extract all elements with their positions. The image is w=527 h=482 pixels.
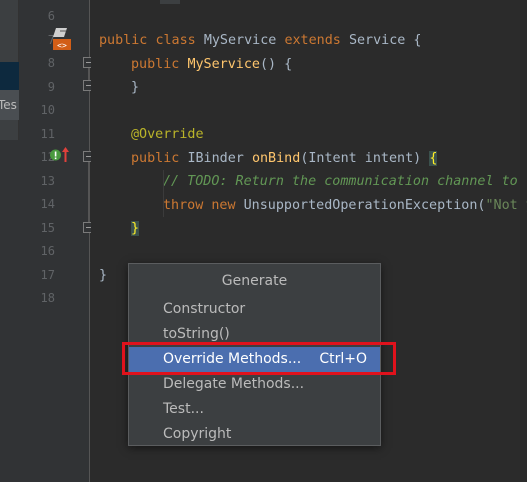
- code-token: class: [155, 33, 196, 48]
- code-token: @Override: [131, 127, 204, 142]
- menu-item-label: Delegate Methods...: [163, 376, 305, 392]
- line-number: 18: [40, 291, 55, 305]
- fold-guide: [88, 162, 89, 222]
- matched-brace: }: [131, 221, 140, 236]
- line-number: 14: [40, 197, 55, 211]
- code-line-7: public class MyService extends Service {: [99, 29, 422, 53]
- line-number: 15: [40, 220, 55, 235]
- side-panel-strip: Tes: [0, 0, 19, 482]
- menu-item-label: Copyright: [163, 426, 232, 442]
- code-token: onBind: [251, 150, 301, 166]
- code-token: Service {: [348, 33, 422, 48]
- code-line-15: }: [131, 217, 140, 241]
- line-number: 6: [47, 9, 55, 23]
- code-comment: // TODO: Return the communication channe…: [163, 174, 527, 189]
- code-line-8: public MyService() {: [131, 53, 292, 77]
- menu-item-test[interactable]: Test...: [129, 397, 380, 422]
- line-number: 9: [47, 79, 55, 94]
- code-token: () {: [260, 56, 293, 72]
- line-number: 17: [40, 267, 55, 282]
- code-line-17: }: [99, 264, 107, 288]
- annotation-highlight-box: [122, 342, 396, 375]
- menu-item-constructor[interactable]: Constructor: [129, 297, 380, 322]
- side-panel-tab[interactable]: Tes: [0, 90, 19, 120]
- code-string: "Not yet implemented": [485, 197, 527, 213]
- menu-item-copyright[interactable]: Copyright: [129, 422, 380, 447]
- popup-title: Generate: [221, 273, 288, 289]
- editor-gutter: 6 7 8 9 10 11 12 13 14 15 16 17 18 <>: [19, 0, 94, 482]
- indent-guide: [163, 170, 164, 217]
- breadcrumb-edge: [160, 0, 180, 4]
- override-arrow-up-icon[interactable]: [61, 146, 70, 164]
- menu-item-label: Test...: [163, 401, 204, 417]
- menu-item-label: Constructor: [163, 301, 246, 317]
- code-token: }: [131, 80, 140, 95]
- code-line-13: // TODO: Return the communication channe…: [163, 170, 527, 194]
- service-class-icon[interactable]: <>: [51, 26, 73, 52]
- svg-text:<>: <>: [57, 41, 67, 50]
- line-number: 8: [47, 56, 55, 70]
- code-token: }: [99, 268, 108, 283]
- line-number: 16: [40, 244, 55, 258]
- menu-item-delegate-methods[interactable]: Delegate Methods...: [129, 372, 380, 397]
- line-number: 11: [40, 126, 55, 141]
- code-token: public: [99, 33, 148, 48]
- code-line-9: }: [131, 76, 139, 100]
- code-token: UnsupportedOperationException(: [243, 197, 486, 213]
- code-token: extends: [284, 33, 341, 48]
- code-token: throw: [163, 197, 204, 213]
- code-token: new: [211, 197, 236, 213]
- line-number: 10: [40, 103, 55, 117]
- side-panel-body: [0, 140, 19, 482]
- code-token: public: [131, 150, 180, 166]
- code-token: (Intent intent): [300, 150, 422, 166]
- code-line-12: public IBinder onBind(Intent intent) {: [131, 147, 438, 171]
- code-token: MyService: [187, 56, 260, 72]
- menu-item-label: toString(): [163, 326, 230, 342]
- line-number: 13: [40, 173, 55, 188]
- code-token: public: [131, 56, 180, 72]
- side-panel-selected-bar: [0, 62, 19, 90]
- matched-brace: {: [429, 150, 438, 166]
- code-line-11: @Override: [131, 123, 204, 147]
- code-token: MyService: [203, 33, 277, 48]
- side-panel-tab-label: Tes: [0, 98, 17, 112]
- fold-guide: [88, 68, 89, 80]
- code-token: IBinder: [187, 150, 244, 166]
- code-line-14: throw new UnsupportedOperationException(…: [163, 194, 527, 218]
